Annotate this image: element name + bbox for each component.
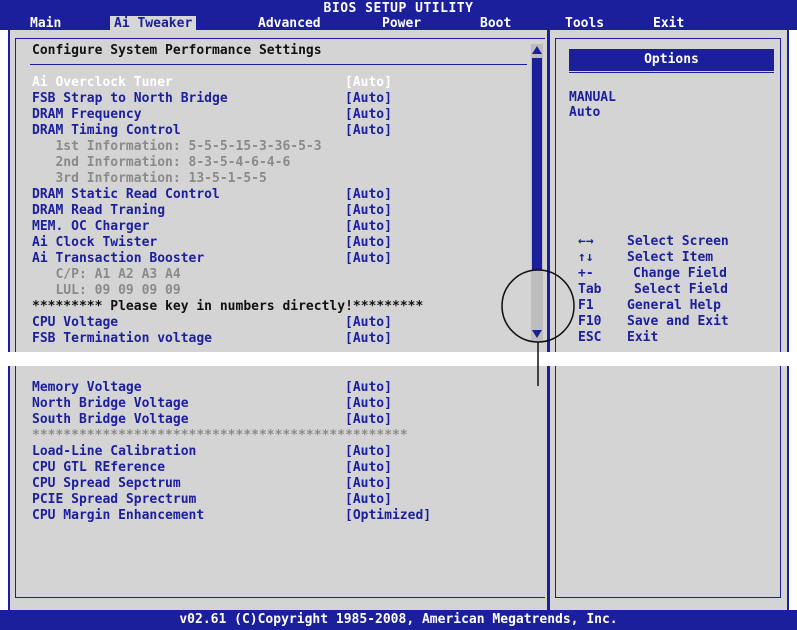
heading-underline xyxy=(30,64,527,65)
right-inner-bottom xyxy=(555,597,780,598)
key-tab: Tab xyxy=(578,282,602,297)
legend-save-and-exit: Save and Exit xyxy=(627,314,729,329)
legend-exit: Exit xyxy=(627,330,659,345)
lower-value[interactable]: [Optimized] xyxy=(345,508,431,524)
left-border-lower xyxy=(8,366,10,610)
key-arrows-lr-icon: ←→ xyxy=(578,234,594,249)
lower-value[interactable]: [Auto] xyxy=(345,476,392,492)
upper-value[interactable]: [Auto] xyxy=(345,123,392,139)
right-inner-right-lower xyxy=(780,366,781,598)
inner-left-frame-lower xyxy=(15,366,16,598)
menu-boot[interactable]: Boot xyxy=(476,16,515,31)
menu-tools[interactable]: Tools xyxy=(561,16,608,31)
menu-main[interactable]: Main xyxy=(26,16,65,31)
callout-circle xyxy=(501,269,575,386)
inner-bottom-frame xyxy=(15,597,545,598)
key-f1: F1 xyxy=(578,298,594,313)
lower-value[interactable]: [Auto] xyxy=(345,444,392,460)
upper-label: 3rd Information: 13-5-1-5-5 xyxy=(32,171,267,186)
upper-value[interactable]: [Auto] xyxy=(345,219,392,235)
upper-value[interactable]: [Auto] xyxy=(345,187,392,203)
lower-value[interactable]: [Auto] xyxy=(345,396,392,412)
page-gap xyxy=(0,352,797,366)
options-title: Options xyxy=(644,52,699,67)
scrollbar-thumb[interactable] xyxy=(532,58,542,270)
upper-label[interactable]: DRAM Read Traning xyxy=(32,203,532,219)
right-inner-right xyxy=(780,38,781,352)
upper-label: 2nd Information: 8-3-5-4-6-4-6 xyxy=(32,155,291,170)
lower-label[interactable]: CPU Margin Enhancement xyxy=(32,508,532,524)
upper-label[interactable]: CPU Voltage xyxy=(32,315,532,331)
lower-label[interactable]: Load-Line Calibration xyxy=(32,444,532,460)
lower-label[interactable]: Memory Voltage xyxy=(32,380,532,396)
upper-label: 1st Information: 5-5-5-15-3-36-5-3 xyxy=(32,139,322,154)
upper-value[interactable]: [Auto] xyxy=(345,107,392,123)
lower-label[interactable]: North Bridge Voltage xyxy=(32,396,532,412)
right-border-lower xyxy=(787,366,789,610)
right-border xyxy=(787,30,789,352)
upper-value[interactable]: [Auto] xyxy=(345,251,392,267)
lower-label[interactable]: CPU GTL REference xyxy=(32,460,532,476)
upper-label[interactable]: DRAM Frequency xyxy=(32,107,532,123)
option-auto[interactable]: Auto xyxy=(569,105,600,120)
key-f10: F10 xyxy=(578,314,602,329)
menu-exit[interactable]: Exit xyxy=(649,16,688,31)
legend-select-field: Select Field xyxy=(634,282,728,297)
key-arrows-ud-icon: ↑↓ xyxy=(578,250,594,265)
upper-label[interactable]: DRAM Static Read Control xyxy=(32,187,532,203)
menu-power[interactable]: Power xyxy=(378,16,425,31)
upper-value[interactable]: [Auto] xyxy=(345,315,392,331)
lower-value[interactable]: [Auto] xyxy=(345,460,392,476)
bios-title: BIOS SETUP UTILITY xyxy=(323,1,474,16)
legend-change-field: Change Field xyxy=(633,266,727,281)
copyright-footer: v02.61 (C)Copyright 1985-2008, American … xyxy=(0,610,797,630)
upper-label[interactable]: FSB Strap to North Bridge xyxy=(32,91,532,107)
upper-value[interactable]: [Auto] xyxy=(345,203,392,219)
key-esc: ESC xyxy=(578,330,602,345)
options-underline xyxy=(569,72,774,73)
lower-value[interactable]: [Auto] xyxy=(345,492,392,508)
menu-ai-tweaker[interactable]: Ai Tweaker xyxy=(110,16,197,31)
upper-value[interactable]: [Auto] xyxy=(345,91,392,107)
scroll-up-arrow-icon[interactable] xyxy=(531,44,543,56)
right-inner-frame-lower xyxy=(555,366,556,598)
upper-label[interactable]: MEM. OC Charger xyxy=(32,219,532,235)
lower-label: ****************************************… xyxy=(32,428,408,443)
upper-label[interactable]: Ai Transaction Booster xyxy=(32,251,532,267)
upper-label[interactable]: DRAM Timing Control xyxy=(32,123,532,139)
lower-value[interactable]: [Auto] xyxy=(345,380,392,396)
upper-value[interactable]: [Auto] xyxy=(345,75,392,91)
inner-top-frame xyxy=(15,38,545,39)
upper-label: ********* Please key in numbers directly… xyxy=(32,299,424,314)
lower-value[interactable]: [Auto] xyxy=(345,412,392,428)
lower-label[interactable]: South Bridge Voltage xyxy=(32,412,532,428)
right-inner-top xyxy=(555,38,780,39)
key-plus-minus: +- xyxy=(578,266,594,281)
lower-label[interactable]: CPU Spread Sepctrum xyxy=(32,476,532,492)
left-border xyxy=(8,30,10,352)
upper-label[interactable]: FSB Termination voltage xyxy=(32,331,532,347)
upper-label[interactable]: Ai Overclock Tuner xyxy=(32,75,532,91)
section-heading: Configure System Performance Settings xyxy=(32,43,322,58)
upper-label: C/P: A1 A2 A3 A4 xyxy=(32,267,181,282)
inner-left-frame xyxy=(15,38,16,352)
upper-value[interactable]: [Auto] xyxy=(345,235,392,251)
upper-label[interactable]: Ai Clock Twister xyxy=(32,235,532,251)
option-manual[interactable]: MANUAL xyxy=(569,90,616,105)
legend-general-help: General Help xyxy=(627,298,721,313)
upper-value[interactable]: [Auto] xyxy=(345,331,392,347)
legend-select-screen: Select Screen xyxy=(627,234,729,249)
lower-label[interactable]: PCIE Spread Sprectrum xyxy=(32,492,532,508)
menu-advanced[interactable]: Advanced xyxy=(254,16,325,31)
upper-label: LUL: 09 09 09 09 xyxy=(32,283,181,298)
pane-divider-lower xyxy=(547,366,550,610)
legend-select-item: Select Item xyxy=(627,250,714,265)
